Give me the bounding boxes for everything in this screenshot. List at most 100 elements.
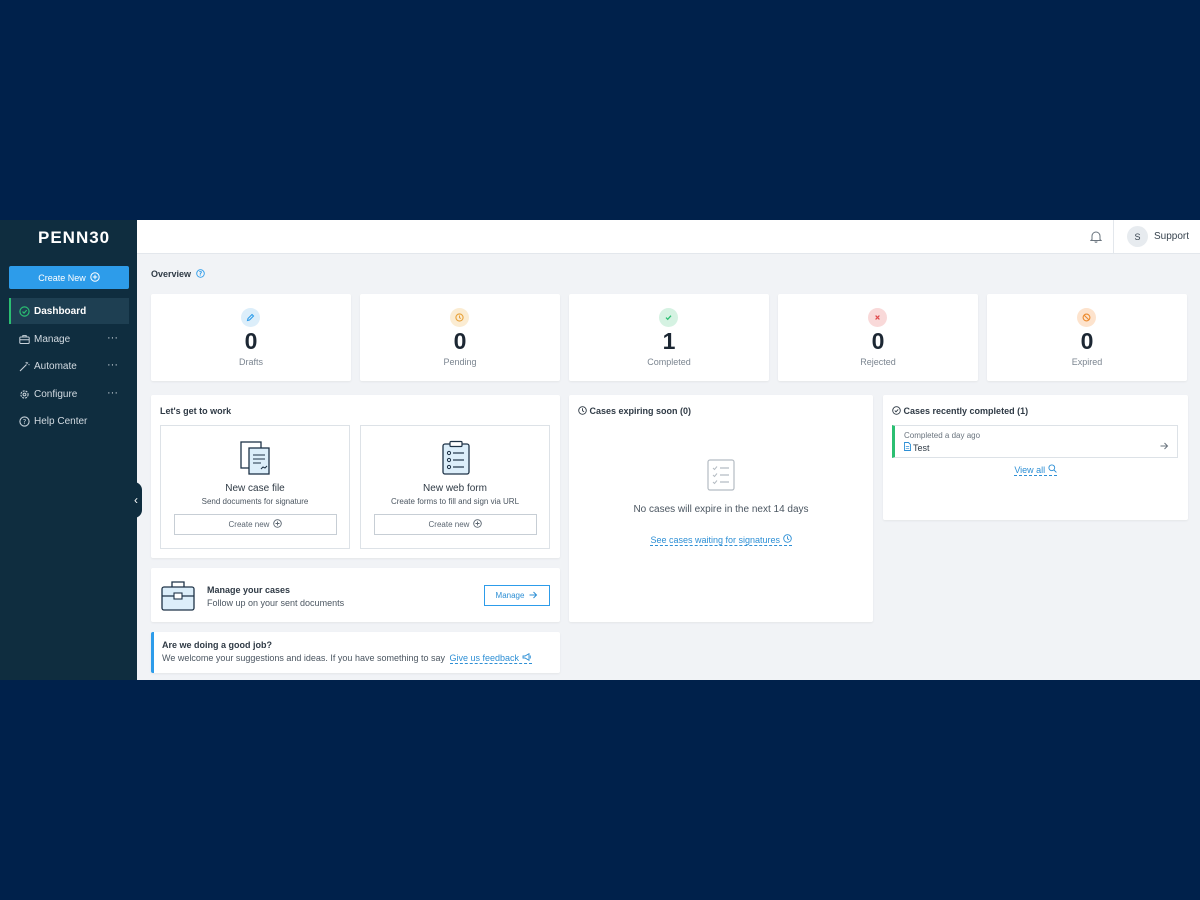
expiring-empty-text: No cases will expire in the next 14 days — [633, 504, 809, 515]
notification-bell-icon[interactable] — [1089, 230, 1103, 243]
expiring-title: Cases expiring soon (0) — [578, 406, 691, 417]
expiring-title-text: Cases expiring soon (0) — [589, 406, 692, 416]
stat-card-drafts[interactable]: 0 Drafts — [151, 294, 351, 381]
sidebar-item-configure[interactable]: Configure ··· — [9, 381, 129, 407]
app-logo: PENN30 — [38, 228, 111, 247]
sidebar-item-label: Help Center — [34, 415, 88, 427]
new-web-form-box[interactable]: New web form Create forms to fill and si… — [360, 425, 550, 549]
user-avatar[interactable]: S — [1127, 226, 1148, 247]
view-all-link[interactable]: View all — [1014, 464, 1057, 476]
clock-icon — [782, 534, 792, 545]
stat-value: 0 — [1080, 328, 1094, 354]
stat-label: Completed — [647, 357, 691, 367]
briefcase-icon — [19, 334, 30, 345]
recent-title: Cases recently completed (1) — [892, 406, 1028, 417]
stat-card-completed[interactable]: 1 Completed — [569, 294, 769, 381]
stat-label: Drafts — [238, 357, 263, 367]
plus-circle-icon — [273, 519, 283, 530]
feedback-text: We welcome your suggestions and ideas. I… — [162, 652, 532, 664]
create-new-label: Create New — [38, 272, 86, 283]
magic-wand-icon — [19, 361, 30, 372]
clock-icon — [578, 406, 587, 417]
arrow-right-icon — [529, 591, 538, 601]
new-web-form-title: New web form — [423, 483, 487, 494]
manage-cases-title: Manage your cases — [207, 585, 291, 595]
see-waiting-cases-link[interactable]: See cases waiting for signatures — [650, 534, 792, 546]
stat-label: Pending — [443, 357, 477, 367]
sidebar-item-label: Automate — [34, 360, 77, 372]
stat-value: 0 — [244, 328, 258, 354]
sidebar-item-dashboard[interactable]: Dashboard — [9, 298, 129, 324]
new-case-file-box[interactable]: New case file Send documents for signatu… — [160, 425, 350, 549]
check-circle-icon — [892, 406, 901, 417]
sidebar-item-automate[interactable]: Automate ··· — [9, 353, 129, 379]
recent-title-text: Cases recently completed (1) — [903, 406, 1029, 416]
stat-card-expired[interactable]: 0 Expired — [987, 294, 1187, 381]
check-icon — [659, 308, 678, 327]
get-to-work-card: Let's get to work New case file Send doc… — [151, 395, 560, 558]
give-feedback-link[interactable]: Give us feedback — [449, 652, 532, 664]
svg-text:?: ? — [23, 418, 27, 426]
feedback-card: Are we doing a good job? We welcome your… — [151, 632, 560, 673]
manage-cases-desc: Follow up on your sent documents — [207, 598, 345, 608]
stat-value: 0 — [871, 328, 885, 354]
create-new-label: Create new — [428, 520, 470, 529]
expiring-cases-card: Cases expiring soon (0) No cases will ex… — [569, 395, 873, 622]
stat-card-rejected[interactable]: 0 Rejected — [778, 294, 978, 381]
create-new-label: Create new — [228, 520, 270, 529]
new-case-file-desc: Send documents for signature — [201, 497, 309, 506]
toolbox-icon — [160, 577, 196, 618]
sidebar: PENN30 Create New Dashboard Manage ··· A… — [0, 220, 137, 680]
new-case-file-title: New case file — [225, 483, 285, 494]
collapse-sidebar-button[interactable]: ‹ — [130, 482, 142, 518]
topbar: S Support — [137, 220, 1200, 254]
expiring-link-row: See cases waiting for signatures — [569, 534, 873, 546]
view-all-row: View all — [883, 464, 1188, 476]
recent-case-meta: Completed a day ago — [904, 431, 981, 440]
svg-text:?: ? — [198, 271, 202, 278]
clock-icon — [450, 308, 469, 327]
create-new-button[interactable]: Create New — [9, 266, 129, 289]
more-icon[interactable]: ··· — [107, 359, 118, 371]
clipboard-checklist-icon — [440, 440, 472, 481]
gear-icon — [19, 389, 30, 400]
stat-card-pending[interactable]: 0 Pending — [360, 294, 560, 381]
app-window: PENN30 Create New Dashboard Manage ··· A… — [0, 220, 1200, 680]
empty-checklist-icon — [707, 459, 735, 496]
question-circle-icon: ? — [19, 415, 30, 427]
stat-value: 1 — [662, 328, 676, 354]
help-icon[interactable]: ? — [195, 269, 205, 280]
recent-case-name-row: Test — [904, 442, 930, 453]
stat-label: Rejected — [860, 357, 896, 367]
plus-circle-icon — [473, 519, 483, 530]
plus-circle-icon — [90, 271, 100, 284]
sidebar-item-manage[interactable]: Manage ··· — [9, 326, 129, 352]
stat-label: Expired — [1071, 357, 1103, 367]
create-case-file-button[interactable]: Create new — [174, 514, 337, 535]
feedback-desc: We welcome your suggestions and ideas. I… — [162, 653, 445, 663]
more-icon[interactable]: ··· — [107, 332, 118, 344]
magnifier-icon — [1048, 464, 1057, 475]
user-name[interactable]: Support — [1154, 231, 1189, 242]
create-web-form-button[interactable]: Create new — [374, 514, 537, 535]
overview-title-text: Overview — [151, 269, 192, 279]
dashboard-check-icon — [19, 305, 30, 317]
ban-icon — [1077, 308, 1096, 327]
arrow-right-icon — [1160, 437, 1169, 455]
more-icon[interactable]: ··· — [107, 387, 118, 399]
recent-case-name: Test — [913, 442, 930, 453]
view-all-label: View all — [1014, 465, 1046, 475]
manage-button[interactable]: Manage — [484, 585, 550, 606]
manage-button-label: Manage — [495, 591, 525, 600]
stat-value: 0 — [453, 328, 467, 354]
recent-case-item[interactable]: Completed a day ago Test — [892, 425, 1178, 458]
give-feedback-label: Give us feedback — [449, 653, 520, 663]
topbar-divider — [1113, 220, 1114, 253]
get-to-work-title: Let's get to work — [160, 406, 232, 416]
sidebar-item-label: Dashboard — [34, 305, 87, 317]
new-web-form-desc: Create forms to fill and sign via URL — [390, 497, 520, 506]
pencil-icon — [241, 308, 260, 327]
sidebar-item-help-center[interactable]: ? Help Center — [9, 408, 129, 434]
chevron-left-icon: ‹ — [134, 493, 138, 507]
manage-cases-card: Manage your cases Follow up on your sent… — [151, 568, 560, 622]
